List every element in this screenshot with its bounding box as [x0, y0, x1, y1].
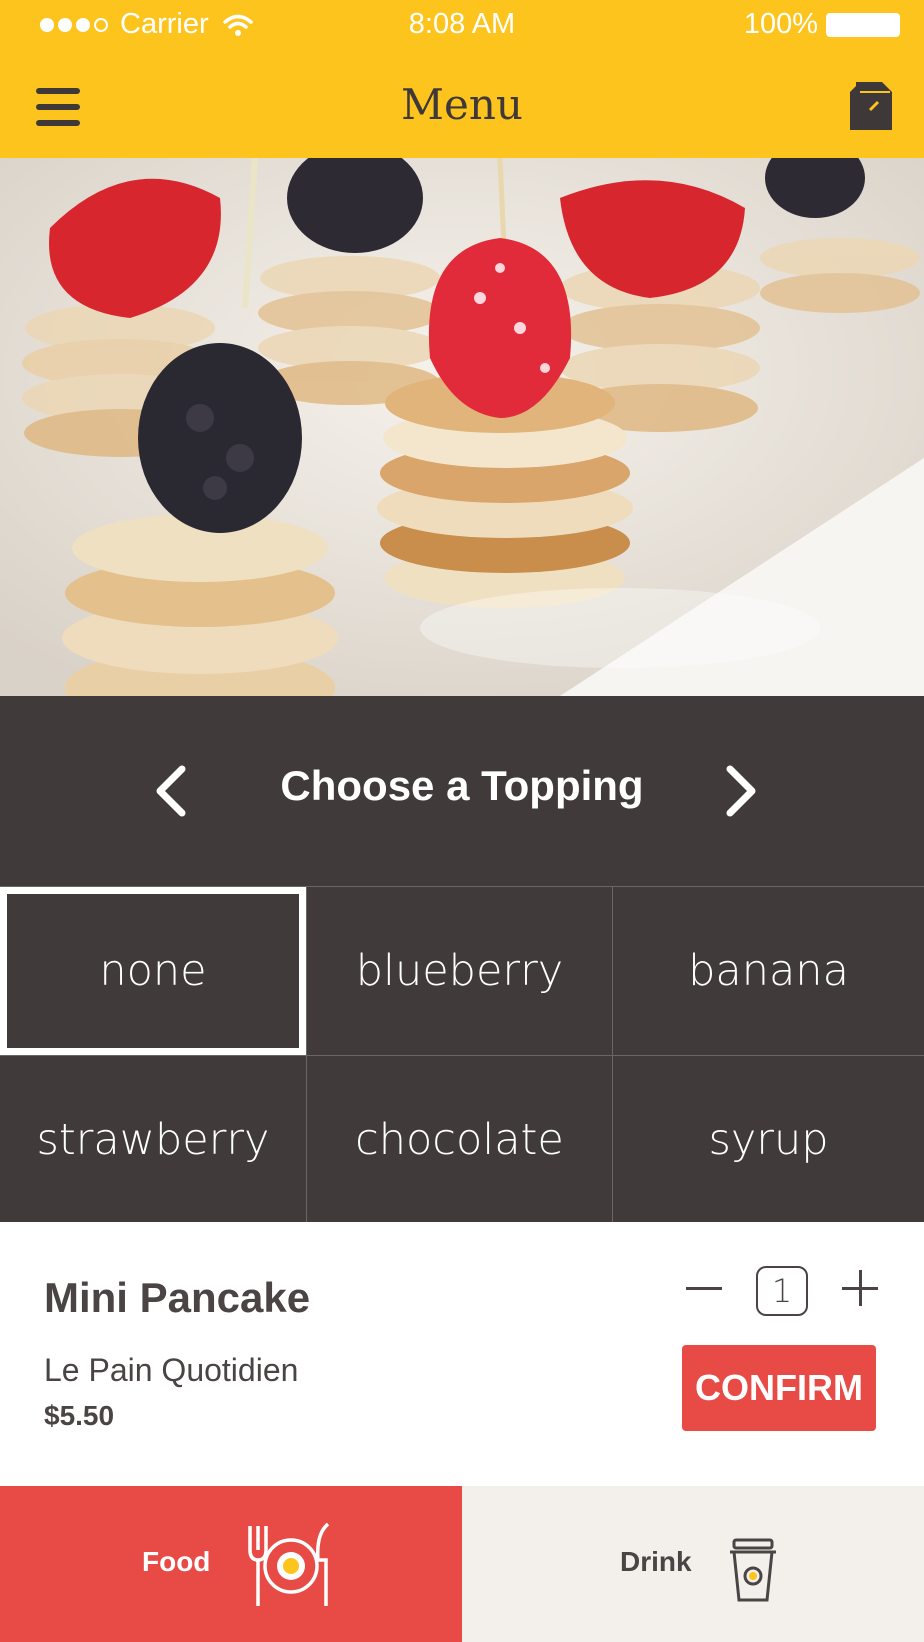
plate-utensils-icon — [248, 1522, 330, 1606]
battery-icon — [826, 12, 900, 37]
bottom-tab-bar: Food Drink — [0, 1486, 924, 1642]
tab-drink-label: Drink — [620, 1546, 692, 1577]
tab-food[interactable]: Food — [0, 1486, 462, 1642]
topping-option-none[interactable]: none — [0, 887, 306, 1055]
topping-option-strawberry[interactable]: strawberry — [0, 1055, 306, 1223]
tab-food-label: Food — [142, 1546, 211, 1577]
battery-status: 100% — [744, 8, 900, 41]
product-photo — [0, 158, 924, 696]
chevron-right-icon[interactable] — [710, 761, 770, 821]
topping-header: Choose a Topping — [0, 696, 924, 886]
topping-option-blueberry[interactable]: blueberry — [306, 887, 612, 1055]
topping-option-banana[interactable]: banana — [612, 887, 924, 1055]
confirm-button[interactable]: CONFIRM — [682, 1345, 876, 1431]
product-price: $5.50 — [44, 1400, 115, 1431]
status-bar: Carrier 8:08 AM 100% — [0, 0, 924, 52]
decrease-quantity-button[interactable] — [686, 1270, 722, 1306]
topping-panel: Choose a Topping none blueberry banana s… — [0, 696, 924, 1223]
product-name: Mini Pancake — [44, 1274, 311, 1321]
shopping-bag-icon[interactable] — [848, 80, 894, 132]
battery-percent: 100% — [743, 8, 818, 40]
tab-drink[interactable]: Drink — [462, 1486, 924, 1642]
topping-grid: none blueberry banana strawberry chocola… — [0, 886, 924, 1223]
increase-quantity-button[interactable] — [842, 1270, 878, 1306]
page-title: Menu — [401, 80, 523, 129]
top-bar: Carrier 8:08 AM 100% Menu — [0, 0, 924, 158]
coffee-cup-icon — [730, 1538, 776, 1602]
topping-option-chocolate[interactable]: chocolate — [306, 1055, 612, 1223]
topping-option-syrup[interactable]: syrup — [612, 1055, 924, 1223]
product-info: Mini Pancake Le Pain Quotidien $5.50 1 C… — [0, 1222, 924, 1486]
topping-title: Choose a Topping — [280, 762, 644, 809]
quantity-value: 1 — [756, 1266, 808, 1316]
product-vendor: Le Pain Quotidien — [44, 1352, 299, 1388]
